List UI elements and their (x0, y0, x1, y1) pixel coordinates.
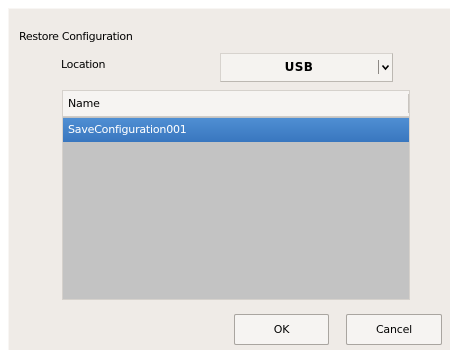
column-header-name[interactable]: Name (63, 91, 409, 117)
dialog-title: Restore Configuration (19, 30, 133, 43)
list-item-label: SaveConfiguration001 (68, 123, 187, 136)
column-resize-handle[interactable] (408, 94, 409, 113)
ok-button[interactable]: OK (234, 314, 329, 345)
cancel-button[interactable]: Cancel (346, 314, 442, 345)
configuration-list[interactable]: Name SaveConfiguration001 (62, 90, 410, 300)
column-header-label: Name (68, 97, 100, 110)
dropdown-separator (378, 60, 379, 74)
location-dropdown-value: USB (284, 60, 314, 74)
location-label: Location (61, 58, 106, 71)
list-item[interactable]: SaveConfiguration001 (63, 118, 409, 142)
chevron-down-icon[interactable] (381, 63, 390, 72)
location-dropdown[interactable]: USB (220, 53, 393, 82)
